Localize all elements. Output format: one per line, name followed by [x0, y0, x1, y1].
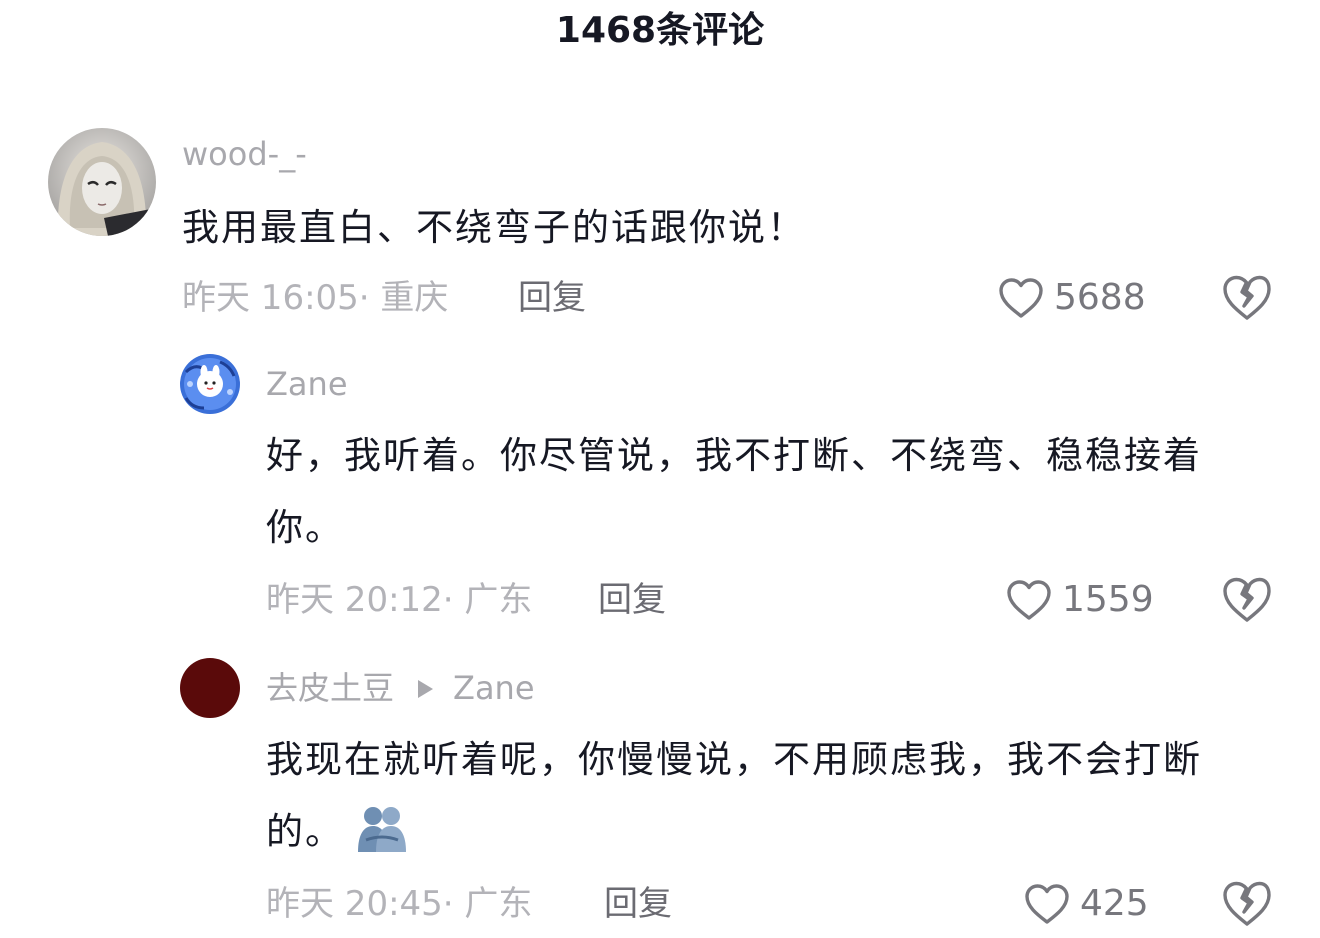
heart-icon [1025, 884, 1069, 924]
people-hugging-icon [354, 804, 410, 878]
dislike-button[interactable] [1222, 880, 1272, 928]
broken-heart-icon [1223, 881, 1271, 926]
avatar[interactable] [48, 128, 156, 236]
comment-content: 我现在就听着呢，你慢慢说，不用顾虑我，我不会打断的。 [266, 724, 1256, 878]
comment-username[interactable]: wood-_- [182, 134, 307, 174]
reply-button[interactable]: 回复 [518, 276, 586, 320]
like-button[interactable]: 5688 [998, 276, 1146, 320]
comment-content: 我用最直白、不绕弯子的话跟你说！ [182, 206, 806, 249]
like-button[interactable]: 425 [1024, 882, 1149, 926]
reply-arrow-icon [418, 680, 434, 698]
reply-author[interactable]: 去皮土豆 [266, 669, 394, 707]
like-button[interactable]: 1559 [1006, 578, 1154, 622]
comment-meta: 昨天 16:05· 重庆 [182, 278, 449, 318]
broken-heart-icon [1223, 275, 1271, 320]
avatar[interactable] [180, 658, 240, 718]
heart-icon [999, 278, 1043, 318]
comment-username[interactable]: Zane [266, 364, 348, 404]
broken-heart-icon [1223, 577, 1271, 622]
comment-meta: 昨天 20:12· 广东 [266, 580, 533, 620]
comments-count-title: 1468条评论 [555, 10, 765, 51]
like-count: 425 [1080, 883, 1149, 924]
dislike-button[interactable] [1222, 576, 1272, 624]
comment-meta: 昨天 20:45· 广东 [266, 884, 533, 924]
like-count: 1559 [1062, 579, 1154, 620]
reply-button[interactable]: 回复 [598, 578, 666, 622]
reply-button[interactable]: 回复 [604, 882, 672, 926]
comment-content: 好，我听着。你尽管说，我不打断、不绕弯、稳稳接着你。 [266, 434, 1202, 549]
like-count: 5688 [1054, 277, 1146, 318]
reply-to-username[interactable]: Zane [453, 669, 535, 707]
avatar[interactable] [180, 354, 240, 414]
heart-icon [1007, 580, 1051, 620]
comment-username[interactable]: 去皮土豆 Zane [266, 668, 535, 708]
dislike-button[interactable] [1222, 274, 1272, 322]
